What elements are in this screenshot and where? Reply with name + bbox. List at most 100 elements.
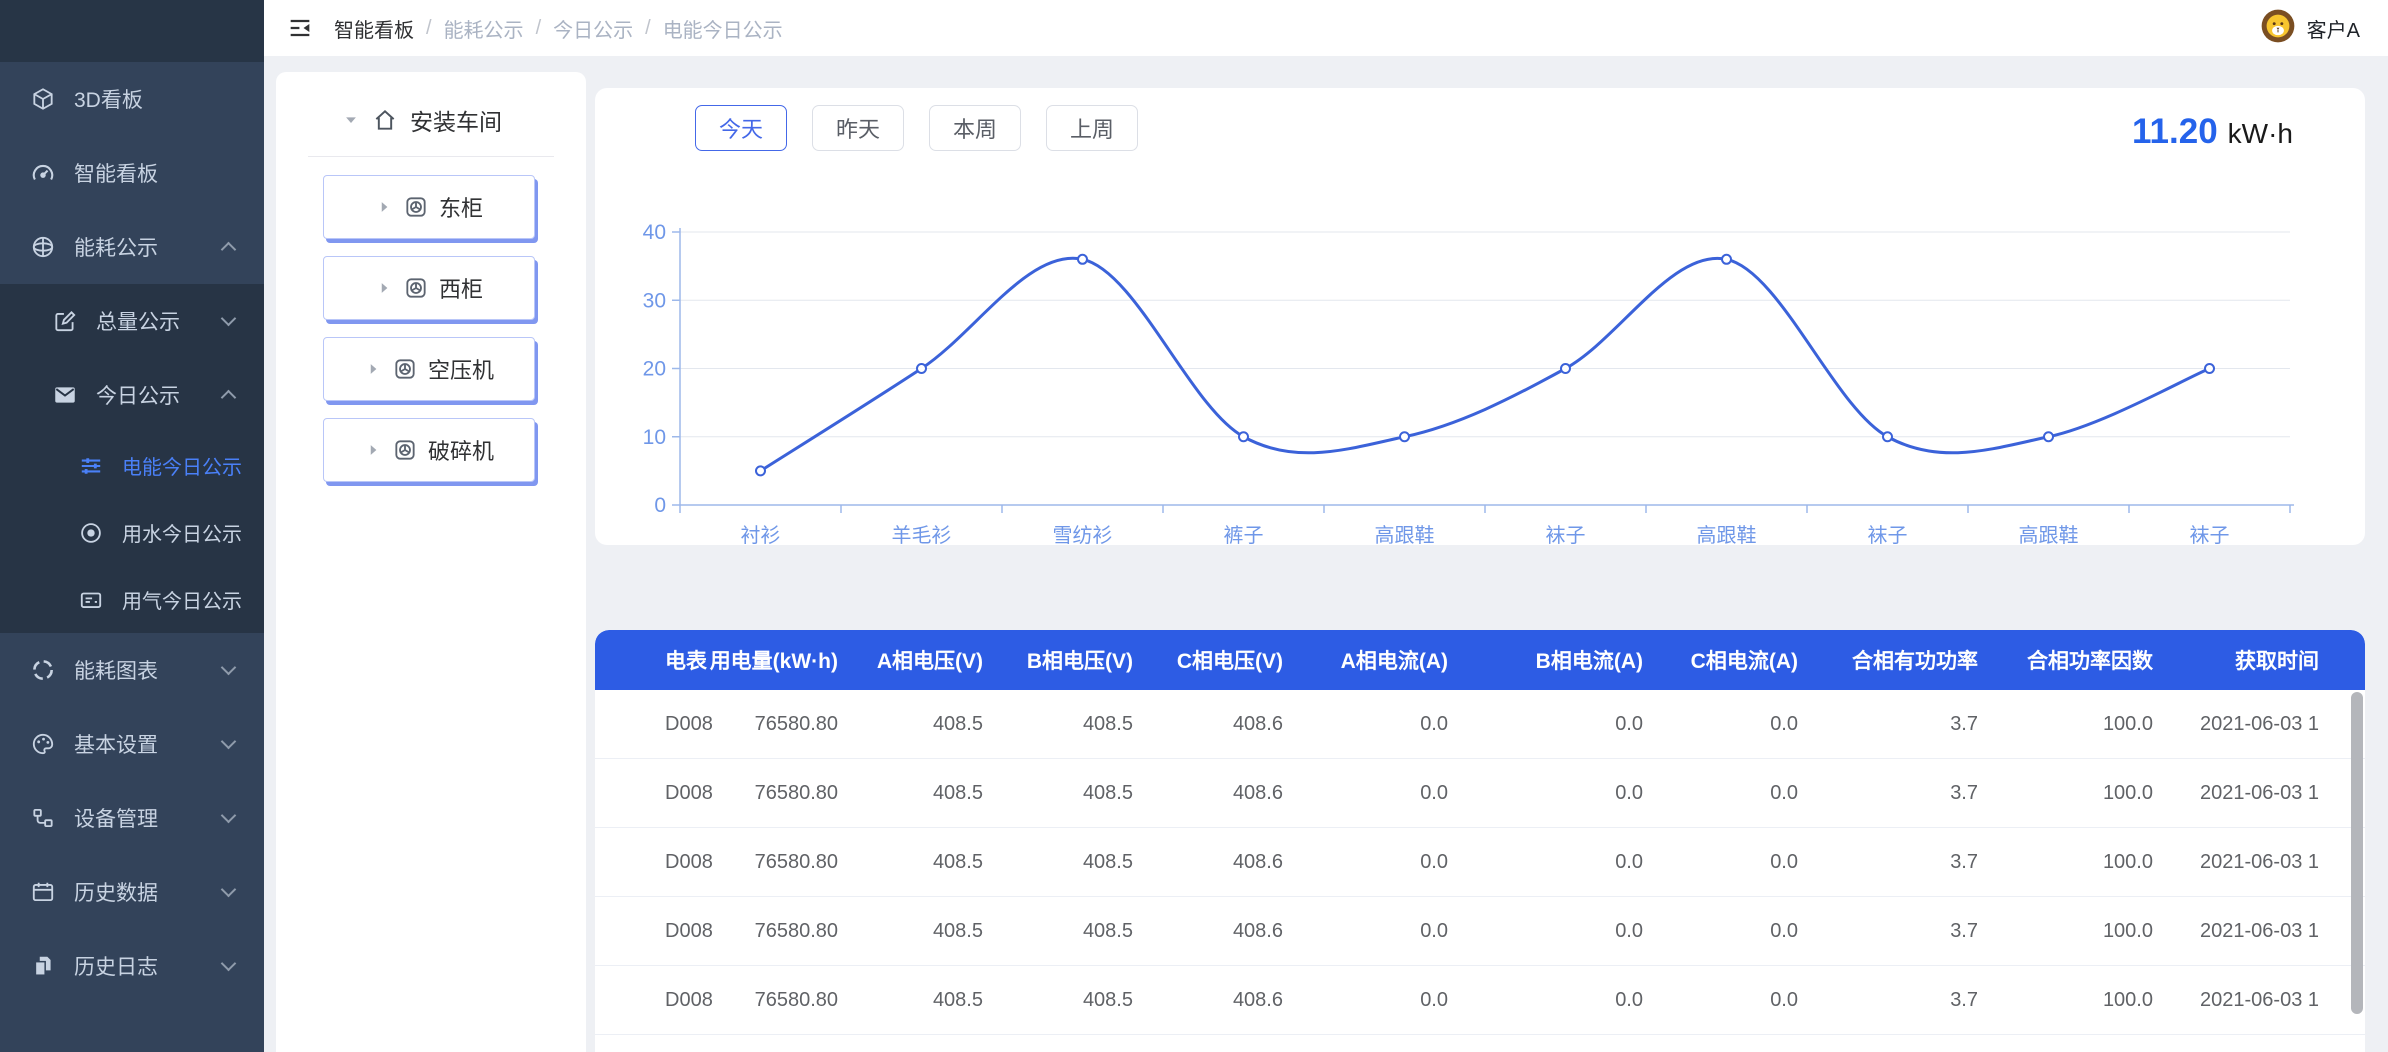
svg-text:袜子: 袜子 [1868, 524, 1908, 544]
table-cell: 0.0 [1295, 897, 1460, 965]
sidebar-item-water-today[interactable]: 用水今日公示 [0, 499, 264, 566]
table-cell: 76580.80 [730, 966, 850, 1034]
tree-node-crusher[interactable]: 破碎机 [323, 418, 535, 482]
sidebar-item-smart-board[interactable]: 智能看板 [0, 136, 264, 210]
table-cell: D008 [595, 897, 730, 965]
breadcrumb-item[interactable]: 电能今日公示 [663, 14, 783, 43]
breadcrumb-item[interactable]: 能耗公示 [444, 14, 524, 43]
total-consumption: 11.20 kW·h [2132, 112, 2293, 152]
total-unit: kW·h [2228, 118, 2293, 150]
home-icon [372, 107, 398, 133]
table-cell: 408.6 [1145, 897, 1295, 965]
table-cell: 0.0 [1460, 759, 1655, 827]
sidebar-item-electric-today[interactable]: 电能今日公示 [0, 432, 264, 499]
breadcrumb-item[interactable]: 智能看板 [334, 14, 414, 43]
table-row: D00876580.80408.5408.5408.60.00.00.03.71… [595, 690, 2365, 759]
sidebar-item-label: 用水今日公示 [122, 518, 242, 547]
range-button-today[interactable]: 今天 [695, 105, 787, 151]
svg-text:袜子: 袜子 [2190, 524, 2230, 544]
table-cell: 0.0 [1655, 897, 1810, 965]
table-cell: 0.0 [1295, 690, 1460, 758]
table-cell: 100.0 [1990, 690, 2165, 758]
table-cell: 0.0 [1460, 897, 1655, 965]
chevron-down-icon [221, 311, 237, 327]
sidebar: 3D看板 智能看板 能耗公示 总量公示 [0, 0, 264, 1052]
sliders-icon [78, 453, 104, 479]
table-cell: 0.0 [1295, 759, 1460, 827]
sidebar-item-device-management[interactable]: 设备管理 [0, 781, 264, 855]
tree-root-label: 安装车间 [410, 103, 502, 137]
chevron-down-icon [221, 660, 237, 676]
table-cell: 408.5 [850, 897, 995, 965]
tree-node-air-compressor[interactable]: 空压机 [323, 337, 535, 401]
table-cell: 76580.80 [730, 828, 850, 896]
table-cell: 3.7 [1810, 897, 1990, 965]
meter-icon [403, 275, 429, 301]
dashboard-icon [30, 160, 56, 186]
palette-icon [30, 731, 56, 757]
menu-fold-icon[interactable] [286, 14, 314, 42]
column-header: 获取时间 [2165, 630, 2365, 690]
svg-text:0: 0 [654, 494, 666, 517]
table-cell: D008 [595, 828, 730, 896]
svg-text:高跟鞋: 高跟鞋 [1697, 524, 1757, 544]
range-button-last-week[interactable]: 上周 [1046, 105, 1138, 151]
chevron-up-icon [221, 390, 237, 406]
device-tree-panel: 安装车间 东柜 西柜 空压机 破碎机 [276, 72, 586, 1052]
table-cell: 408.5 [850, 1035, 995, 1052]
svg-text:30: 30 [643, 289, 666, 312]
sidebar-item-history-data[interactable]: 历史数据 [0, 855, 264, 929]
table-cell: 0.0 [1460, 966, 1655, 1034]
table-body: D00876580.80408.5408.5408.60.00.00.03.71… [595, 690, 2365, 1052]
table-cell: 408.5 [850, 759, 995, 827]
tree-node-west-cabinet[interactable]: 西柜 [323, 256, 535, 320]
sidebar-item-total-publicity[interactable]: 总量公示 [0, 284, 264, 358]
table-cell: 3.7 [1810, 690, 1990, 758]
svg-text:40: 40 [643, 221, 666, 244]
calendar-icon [30, 879, 56, 905]
sidebar-item-energy-publicity[interactable]: 能耗公示 [0, 210, 264, 284]
sidebar-item-label: 智能看板 [74, 158, 158, 188]
table-cell: 76580.80 [730, 759, 850, 827]
table-cell: D008 [595, 966, 730, 1034]
caret-down-icon [342, 111, 360, 129]
sidebar-item-today-publicity[interactable]: 今日公示 [0, 358, 264, 432]
column-header: A相电压(V) [850, 630, 995, 690]
caret-right-icon [364, 360, 382, 378]
meter-icon [403, 194, 429, 220]
sidebar-item-history-logs[interactable]: 历史日志 [0, 929, 264, 1003]
sidebar-item-energy-charts[interactable]: 能耗图表 [0, 633, 264, 707]
sidebar-item-label: 历史数据 [74, 877, 158, 907]
column-header: 用电量(kW·h) [730, 630, 850, 690]
table-cell: 76580.80 [730, 690, 850, 758]
range-button-yesterday[interactable]: 昨天 [812, 105, 904, 151]
sidebar-item-basic-settings[interactable]: 基本设置 [0, 707, 264, 781]
table-cell: 0.0 [1655, 759, 1810, 827]
table-cell: 408.6 [1145, 828, 1295, 896]
tree-node-label: 空压机 [428, 353, 494, 385]
chevron-down-icon [221, 882, 237, 898]
table-cell: 2021-06-03 1 [2165, 759, 2365, 827]
table-row: D00876580.80408.5408.5408.60.00.00.03.71… [595, 966, 2365, 1035]
tree-node-label: 东柜 [439, 191, 483, 223]
breadcrumb-item[interactable]: 今日公示 [553, 14, 633, 43]
caret-right-icon [375, 279, 393, 297]
breadcrumb: 智能看板 / 能耗公示 / 今日公示 / 电能今日公示 [334, 14, 783, 43]
tree-node-east-cabinet[interactable]: 东柜 [323, 175, 535, 239]
range-button-this-week[interactable]: 本周 [929, 105, 1021, 151]
table-cell: 3.7 [1810, 966, 1990, 1034]
vertical-scrollbar[interactable] [2351, 692, 2363, 1014]
svg-text:雪纺衫: 雪纺衫 [1053, 524, 1113, 544]
column-header: B相电压(V) [995, 630, 1145, 690]
avatar [2259, 7, 2297, 50]
table-cell: 100.0 [1990, 828, 2165, 896]
sidebar-item-gas-today[interactable]: 用气今日公示 [0, 566, 264, 633]
sidebar-item-3d-board[interactable]: 3D看板 [0, 62, 264, 136]
user-menu[interactable]: 客户A [2259, 7, 2360, 50]
tree-node-label: 破碎机 [428, 434, 494, 466]
tree-root-node[interactable]: 安装车间 [276, 92, 586, 148]
table-cell: 408.6 [1145, 690, 1295, 758]
table-cell: D008 [595, 759, 730, 827]
sidebar-submenu: 总量公示 今日公示 电能今日公示 用水今日公示 [0, 284, 264, 633]
meter-table-panel: 电表 用电量(kW·h) A相电压(V) B相电压(V) C相电压(V) A相电… [595, 630, 2365, 1052]
